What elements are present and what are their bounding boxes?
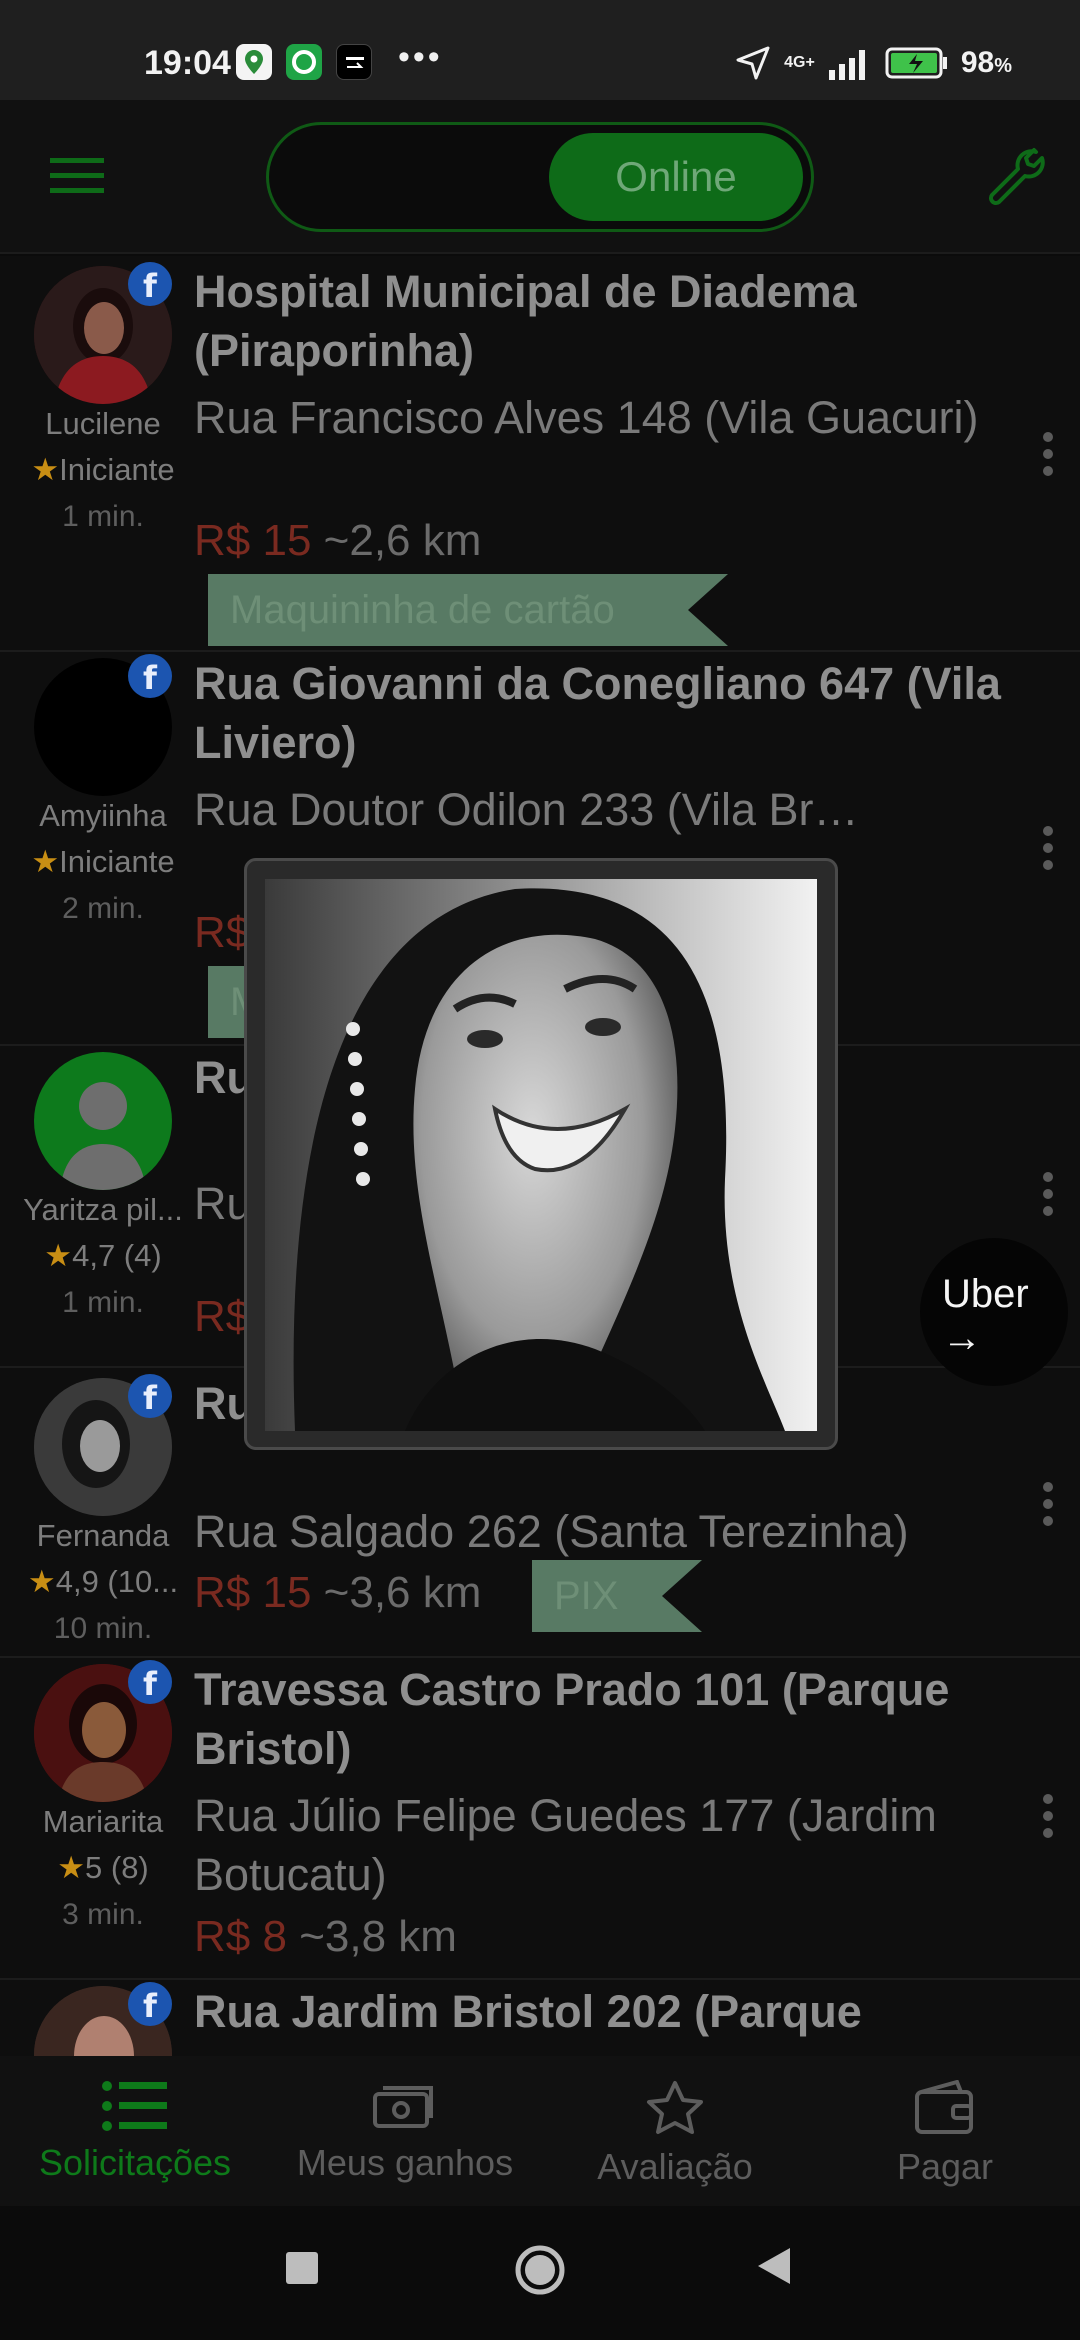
signal-icon bbox=[828, 50, 865, 80]
user-rating: ★Iniciante bbox=[31, 452, 175, 487]
star-icon: ★ bbox=[57, 1850, 86, 1885]
star-icon bbox=[647, 2081, 703, 2134]
request-row[interactable]: f Lucilene ★Iniciante 1 min. Hospital Mu… bbox=[0, 256, 1080, 652]
menu-icon[interactable] bbox=[50, 156, 104, 196]
destination-address: Rua Giovanni da Conegliano 647 (Vila Liv… bbox=[194, 658, 1001, 768]
user-rating: ★4,7 (4) bbox=[44, 1238, 162, 1273]
price: R$ bbox=[194, 908, 251, 957]
price-distance: R$ 15 ~3,6 km bbox=[194, 1568, 481, 1618]
location-icon bbox=[736, 46, 770, 80]
price-distance: R$ 15 ~2,6 km bbox=[194, 516, 481, 566]
online-toggle-label: Online bbox=[549, 133, 803, 221]
user-name: Lucilene bbox=[45, 406, 161, 441]
more-notifications-icon: ••• bbox=[398, 38, 443, 76]
uber-icon bbox=[336, 44, 372, 80]
user-name: Fernanda bbox=[36, 1518, 170, 1553]
request-time: 1 min. bbox=[62, 500, 144, 533]
uber-floating-button[interactable]: Uber → bbox=[920, 1238, 1068, 1386]
request-row[interactable]: f Mariarita ★5 (8) 3 min. Travessa Castr… bbox=[0, 1658, 1080, 1980]
nav-meus-ganhos[interactable]: Meus ganhos bbox=[270, 2080, 540, 2184]
payment-tag: PIX bbox=[532, 1560, 702, 1632]
user-name: Yaritza pil... bbox=[23, 1192, 183, 1227]
list-icon bbox=[102, 2081, 167, 2131]
recents-icon[interactable] bbox=[284, 2250, 320, 2286]
facebook-icon: f bbox=[128, 1660, 172, 1704]
nav-label: Pagar bbox=[896, 2146, 994, 2187]
star-icon: ★ bbox=[31, 452, 60, 487]
price-distance: R$ 8 ~3,8 km bbox=[194, 1912, 457, 1962]
system-navigation-bar bbox=[0, 2206, 1080, 2340]
destination-address: Travessa Castro Prado 101 (Parque Bristo… bbox=[194, 1664, 950, 1774]
user-rating: ★Iniciante bbox=[31, 844, 175, 879]
star-icon: ★ bbox=[27, 1564, 56, 1599]
bottom-navigation: Solicitações Meus ganhos Avaliação Pagar bbox=[0, 2056, 1080, 2206]
arrow-right-icon: → bbox=[942, 1316, 982, 1360]
nav-label: Solicitações bbox=[38, 2142, 232, 2183]
facebook-icon: f bbox=[128, 654, 172, 698]
maps-icon bbox=[236, 44, 272, 80]
wallet-icon bbox=[915, 2080, 973, 2134]
more-options-icon[interactable] bbox=[1038, 826, 1058, 877]
destination-address: Hospital Municipal de Diadema (Piraporin… bbox=[194, 266, 857, 376]
price: R$ bbox=[194, 1292, 251, 1341]
destination-address: Rua Jardim Bristol 202 (Parque bbox=[194, 1986, 862, 2037]
price: R$ 15 bbox=[194, 516, 312, 565]
nav-pagar[interactable]: Pagar bbox=[810, 2080, 1080, 2188]
request-time: 2 min. bbox=[62, 892, 144, 925]
nav-label: Meus ganhos bbox=[296, 2142, 514, 2183]
nav-label: Avaliação bbox=[597, 2146, 753, 2187]
network-type: 4G+ bbox=[784, 54, 815, 71]
profile-photo bbox=[265, 879, 817, 1431]
user-name: Amyiinha bbox=[39, 798, 167, 833]
distance: ~2,6 km bbox=[323, 516, 482, 565]
star-icon: ★ bbox=[44, 1238, 73, 1273]
nav-avaliacao[interactable]: Avaliação bbox=[540, 2080, 810, 2188]
payment-tag: Maquininha de cartão bbox=[208, 574, 728, 646]
status-time: 19:04 bbox=[144, 44, 231, 82]
request-time: 1 min. bbox=[62, 1286, 144, 1319]
home-icon[interactable] bbox=[512, 2242, 568, 2298]
origin-address: Rua Júlio Felipe Guedes 177 (Jardim Botu… bbox=[194, 1790, 937, 1900]
back-icon[interactable] bbox=[756, 2246, 792, 2286]
battery-icon bbox=[885, 47, 947, 79]
price: R$ 8 bbox=[194, 1912, 287, 1961]
origin-address: Rua Doutor Odilon 233 (Vila Br… bbox=[194, 784, 859, 835]
nav-solicitacoes[interactable]: Solicitações bbox=[0, 2080, 270, 2184]
request-time: 10 min. bbox=[53, 1612, 153, 1645]
facebook-icon: f bbox=[128, 262, 172, 306]
facebook-icon: f bbox=[128, 1374, 172, 1418]
user-rating: ★4,9 (10... bbox=[27, 1564, 179, 1599]
battery-level: 98% bbox=[960, 46, 1012, 79]
more-options-icon[interactable] bbox=[1038, 1172, 1058, 1223]
avatar[interactable] bbox=[34, 1052, 172, 1190]
request-time: 3 min. bbox=[62, 1898, 144, 1931]
origin-address: Rua Francisco Alves 148 (Vila Guacuri) bbox=[194, 392, 979, 443]
distance: ~3,6 km bbox=[323, 1568, 482, 1617]
price: R$ 15 bbox=[194, 1568, 312, 1617]
status-bar: 19:04 ••• 4G+ 98% bbox=[0, 0, 1080, 100]
uber-label: Uber bbox=[942, 1272, 1029, 1316]
distance: ~3,8 km bbox=[299, 1912, 457, 1961]
facebook-icon: f bbox=[128, 1982, 172, 2026]
origin-address: Rua Salgado 262 (Santa Terezinha) bbox=[194, 1506, 909, 1557]
wrench-icon[interactable] bbox=[984, 146, 1048, 210]
star-icon: ★ bbox=[31, 844, 60, 879]
profile-photo-popup[interactable] bbox=[244, 858, 838, 1450]
more-options-icon[interactable] bbox=[1038, 1482, 1058, 1533]
online-toggle[interactable]: Online bbox=[266, 122, 814, 232]
more-options-icon[interactable] bbox=[1038, 432, 1058, 483]
more-options-icon[interactable] bbox=[1038, 1794, 1058, 1845]
money-icon bbox=[373, 2086, 433, 2128]
top-app-bar: Online bbox=[0, 100, 1080, 254]
price-distance: R$ bbox=[194, 1292, 250, 1342]
app-icon bbox=[286, 44, 322, 80]
user-rating: ★5 (8) bbox=[57, 1850, 149, 1885]
request-row[interactable]: f Rua Jardim Bristol 202 (Parque bbox=[0, 1980, 1080, 2056]
price-distance: R$ bbox=[194, 908, 250, 958]
user-name: Mariarita bbox=[42, 1804, 164, 1839]
